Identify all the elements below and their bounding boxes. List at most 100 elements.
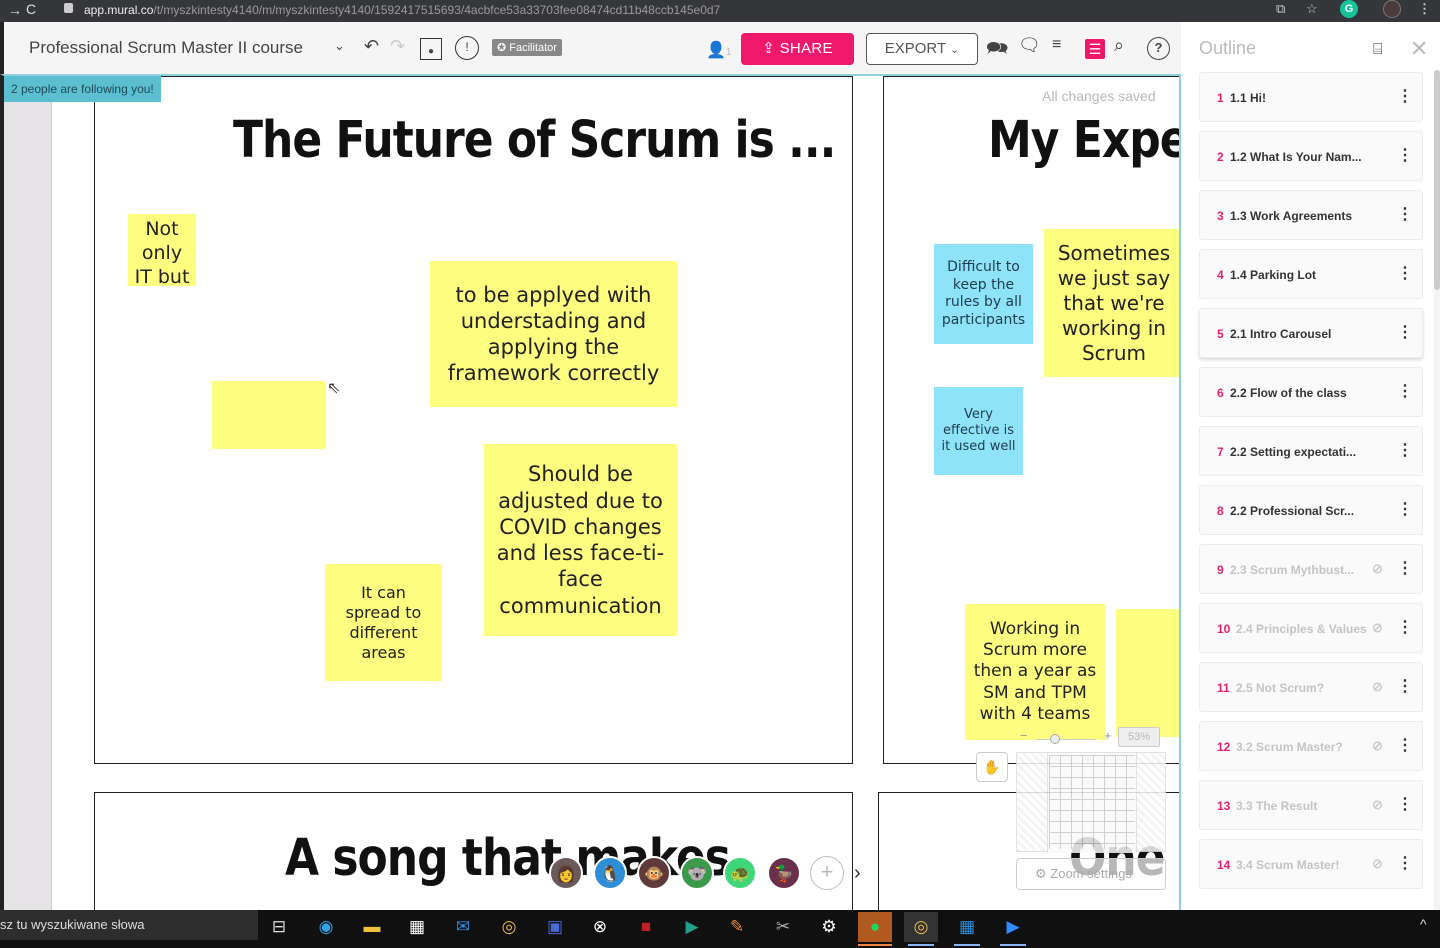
zoom-app-icon[interactable]: ▶	[996, 912, 1030, 946]
xbox-icon[interactable]: ⊗	[583, 912, 617, 942]
task-view-icon[interactable]: ⊟	[262, 912, 296, 942]
export-button[interactable]: EXPORT ⌄	[866, 33, 978, 65]
outline-list-icon[interactable]: ☰	[1085, 39, 1105, 59]
url-field[interactable]: app.mural.co/t/myszkintesty4140/m/myszki…	[84, 3, 720, 17]
sticky-note-empty[interactable]	[212, 381, 326, 449]
outline-item[interactable]: 2 1.2 What Is Your Nam... ⋮	[1199, 131, 1423, 181]
mural-canvas[interactable]: 2 people are following you! The Future o…	[0, 74, 1181, 910]
settings-gear-icon[interactable]: ⚙	[812, 912, 846, 942]
app-teal-icon[interactable]: ▶	[675, 912, 709, 942]
redo-icon[interactable]: ↷	[390, 36, 405, 57]
zoom-settings-button[interactable]: ⚙ Zoom settings	[1016, 858, 1166, 890]
file-explorer-icon[interactable]: ▬	[355, 912, 389, 942]
outline-item[interactable]: 1 1.1 Hi! ⋮	[1199, 72, 1423, 122]
more-options-icon[interactable]: ⋮	[1397, 735, 1413, 755]
frame-song[interactable]: A song that makes	[94, 792, 853, 910]
add-collaborator-icon[interactable]: +	[810, 856, 844, 890]
outline-item[interactable]: 8 2.2 Professional Scr... ⋮	[1199, 485, 1423, 535]
browser-menu-icon[interactable]: ⋮	[1418, 1, 1431, 17]
outline-item-hidden[interactable]: 13 3.3 The Result ⊘ ⋮	[1199, 780, 1423, 830]
more-options-icon[interactable]: ⋮	[1397, 617, 1413, 637]
spotify-icon[interactable]: ●	[858, 912, 892, 946]
app-red-icon[interactable]: ■	[629, 912, 663, 942]
share-button[interactable]: ⇪ SHARE	[741, 33, 854, 65]
more-options-icon[interactable]: ⋮	[1397, 145, 1413, 165]
outline-item-hidden[interactable]: 11 2.5 Not Scrum? ⊘ ⋮	[1199, 662, 1423, 712]
snipping-tool-icon[interactable]: ✂	[766, 912, 800, 942]
taskbar-search[interactable]: sz tu wyszukiwane słowa	[0, 910, 258, 940]
edge-icon[interactable]: ◉	[309, 912, 343, 942]
close-icon[interactable]: ✕	[1410, 36, 1428, 62]
sticky-note[interactable]: Working in Scrum more then a year as SM …	[965, 604, 1105, 740]
avatar-turtle[interactable]: 🐢	[723, 856, 757, 890]
outline-item-hidden[interactable]: 14 3.4 Scrum Master! ⊘ ⋮	[1199, 839, 1423, 889]
more-options-icon[interactable]: ⋮	[1397, 676, 1413, 696]
more-options-icon[interactable]: ⋮	[1397, 86, 1413, 106]
frame-future-of-scrum[interactable]: The Future of Scrum is ...	[94, 76, 853, 764]
avatar-monkey[interactable]: 🐵	[637, 856, 671, 890]
frame-icon[interactable]: ●	[420, 38, 442, 60]
more-options-icon[interactable]: ⋮	[1397, 558, 1413, 578]
more-options-icon[interactable]: ⋮	[1397, 322, 1413, 342]
more-options-icon[interactable]: ⋮	[1397, 204, 1413, 224]
sticky-note[interactable]: Should be adjusted due to COVID changes …	[484, 444, 677, 636]
outline-scrollbar[interactable]	[1434, 70, 1440, 910]
hand-tool-icon[interactable]: ✋	[976, 752, 1008, 782]
sticky-note[interactable]: Very effective is it used well	[934, 387, 1023, 475]
eye-slash-icon[interactable]: ⊘	[1372, 679, 1383, 695]
undo-icon[interactable]: ↶	[364, 36, 379, 57]
avatar-koala[interactable]: 🐨	[680, 856, 714, 890]
sticky-note[interactable]: Not only IT but	[128, 214, 196, 288]
more-options-icon[interactable]: ⋮	[1397, 440, 1413, 460]
presentation-icon[interactable]: ⌸	[1373, 41, 1383, 59]
outline-item-active[interactable]: 5 2.1 Intro Carousel ⋮	[1199, 308, 1423, 358]
board-title[interactable]: Professional Scrum Master II course	[29, 38, 303, 58]
more-options-icon[interactable]: ⋮	[1397, 853, 1413, 873]
zoom-percentage[interactable]: 53%	[1118, 727, 1160, 747]
sticky-note[interactable]: Sometimes we just say that we're working…	[1044, 229, 1179, 377]
sticky-note[interactable]: Difficult to keep the rules by all parti…	[934, 244, 1033, 344]
eye-slash-icon[interactable]: ⊘	[1372, 797, 1383, 813]
more-options-icon[interactable]: ⋮	[1397, 263, 1413, 283]
eye-slash-icon[interactable]: ⊘	[1372, 738, 1383, 754]
chevron-right-icon[interactable]: ›	[854, 862, 861, 885]
outline-item-hidden[interactable]: 12 3.2 Scrum Master? ⊘ ⋮	[1199, 721, 1423, 771]
comment-icon[interactable]: 🗨	[1018, 35, 1041, 56]
outline-item[interactable]: 6 2.2 Flow of the class ⋮	[1199, 367, 1423, 417]
sticky-note[interactable]: to be applyed with understading and appl…	[430, 261, 677, 407]
zoom-handle[interactable]	[1050, 734, 1060, 744]
store-icon[interactable]: ▦	[400, 912, 434, 942]
profile-avatar[interactable]	[1383, 0, 1401, 18]
avatar-platypus[interactable]: 🦆	[767, 856, 801, 890]
scrollbar-thumb[interactable]	[1434, 70, 1440, 290]
chat-icon[interactable]: 🗪	[986, 36, 1008, 66]
outline-item[interactable]: 4 1.4 Parking Lot ⋮	[1199, 249, 1423, 299]
sticky-note-empty[interactable]	[1116, 609, 1179, 737]
chevron-down-icon[interactable]: ⌄	[334, 38, 345, 54]
more-options-icon[interactable]: ⋮	[1397, 794, 1413, 814]
bookmark-star-icon[interactable]: ☆	[1306, 1, 1318, 17]
timer-icon[interactable]: !	[455, 36, 479, 60]
sticky-note[interactable]: It can spread to different areas	[325, 564, 442, 681]
more-options-icon[interactable]: ⋮	[1397, 381, 1413, 401]
tray-chevron-up-icon[interactable]: ^	[1420, 916, 1427, 932]
zoom-track[interactable]	[1036, 739, 1096, 740]
app-tiles-icon[interactable]: ▦	[950, 912, 984, 946]
chrome-running-icon[interactable]: ◎	[904, 912, 938, 946]
eye-slash-icon[interactable]: ⊘	[1372, 620, 1383, 636]
outline-item-hidden[interactable]: 9 2.3 Scrum Mythbust... ⊘ ⋮	[1199, 544, 1423, 594]
zoom-out-icon[interactable]: −	[1020, 728, 1028, 743]
translate-icon[interactable]: ⧉	[1276, 1, 1285, 17]
eye-slash-icon[interactable]: ⊘	[1372, 561, 1383, 577]
outline-item-hidden[interactable]: 10 2.4 Principles & Values ⊘ ⋮	[1199, 603, 1423, 653]
reload-icon[interactable]: C	[26, 1, 36, 17]
online-users[interactable]: 👤1	[706, 40, 731, 60]
outline-item[interactable]: 7 2.2 Setting expectati... ⋮	[1199, 426, 1423, 476]
help-icon[interactable]: ?	[1147, 37, 1170, 60]
activity-icon[interactable]: ≡	[1052, 36, 1061, 54]
chrome-icon[interactable]: ◎	[492, 912, 526, 942]
pencil-icon[interactable]: ✎	[720, 912, 754, 942]
avatar-user-photo[interactable]: 👩	[549, 856, 583, 890]
mail-icon[interactable]: ✉	[446, 912, 480, 942]
grammarly-extension-icon[interactable]: G	[1340, 0, 1358, 18]
